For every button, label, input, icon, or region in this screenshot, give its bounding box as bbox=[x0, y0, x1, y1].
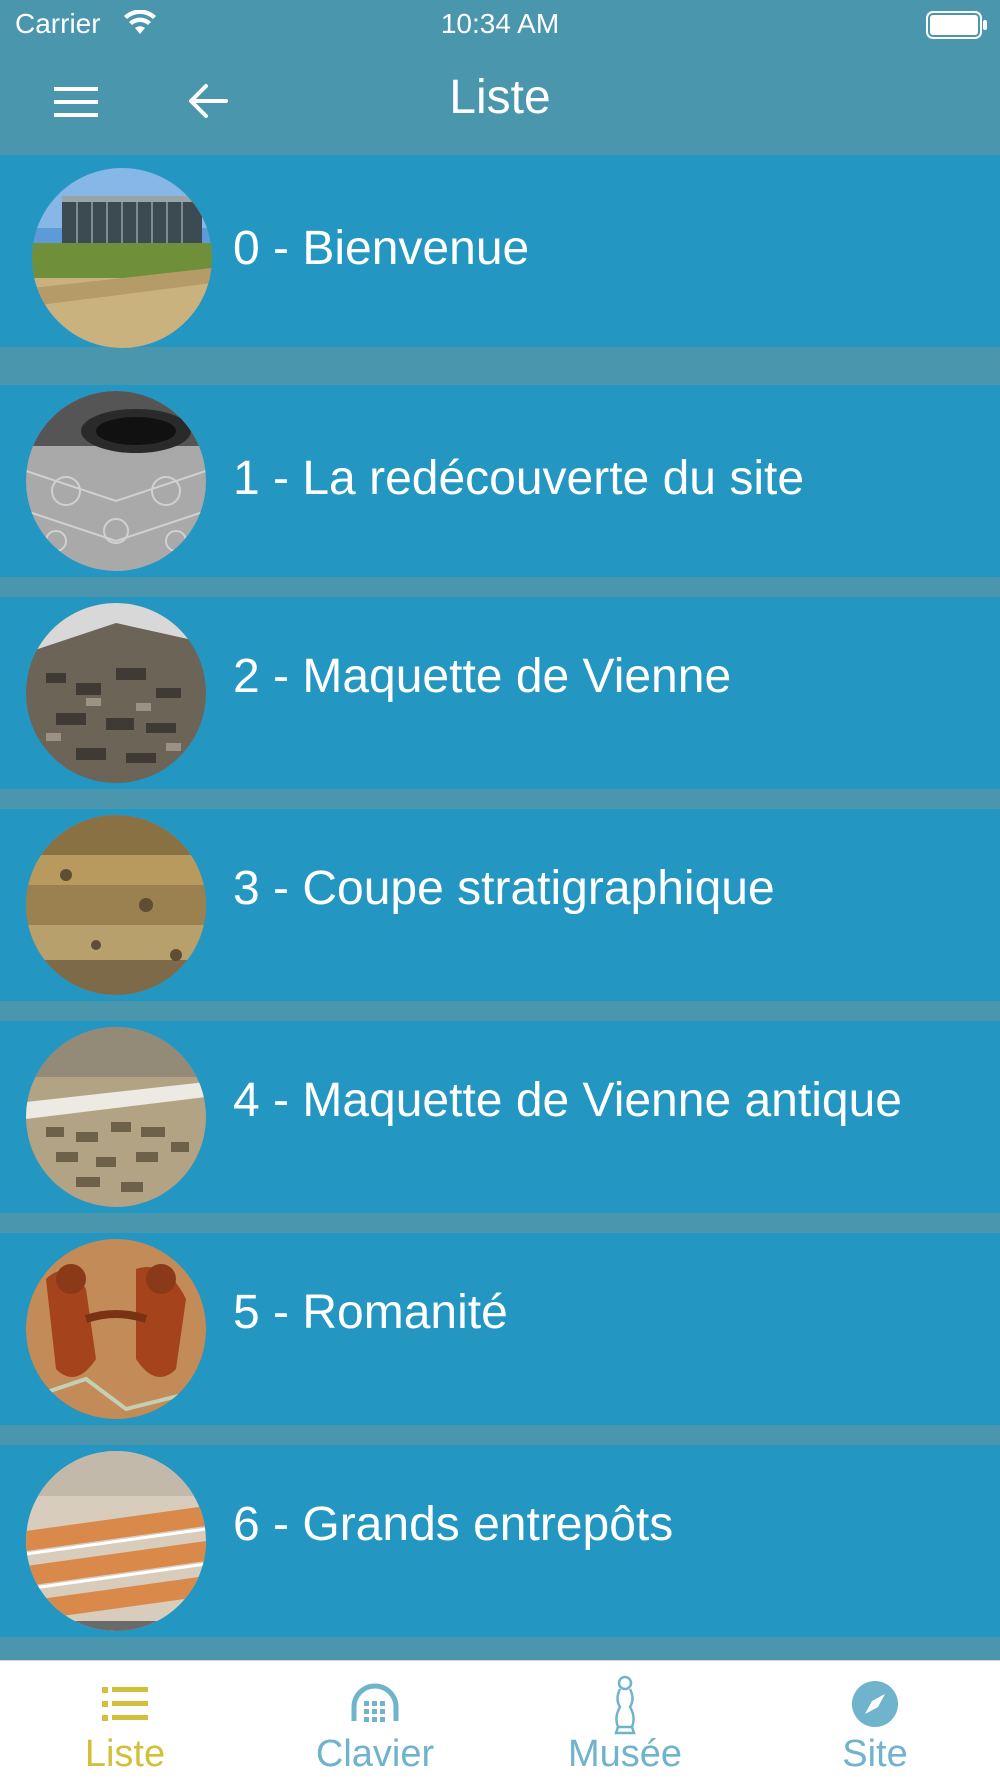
item-label: 4 - Maquette de Vienne antique bbox=[233, 1074, 902, 1127]
thumbnail-image bbox=[26, 391, 206, 571]
tab-label: Musée bbox=[567, 1733, 683, 1775]
tab-clavier[interactable]: Clavier bbox=[250, 1661, 500, 1778]
list-item-maquette-vienne[interactable]: 2 - Maquette de Vienne bbox=[0, 597, 1000, 789]
item-label: 0 - Bienvenue bbox=[233, 222, 530, 275]
tab-bar: Liste Clavier Musée Site bbox=[0, 1660, 1000, 1778]
item-label: 2 - Maquette de Vienne bbox=[233, 650, 732, 703]
tab-label: Site bbox=[842, 1733, 908, 1775]
compass-icon bbox=[852, 1681, 898, 1727]
statue-icon bbox=[614, 1675, 636, 1735]
thumbnail-image bbox=[26, 1027, 206, 1207]
thumbnail-image bbox=[26, 815, 206, 995]
tab-label: Clavier bbox=[315, 1733, 435, 1775]
clock: 10:34 AM bbox=[440, 8, 560, 39]
list-item-romanite[interactable]: 5 - Romanité bbox=[0, 1233, 1000, 1425]
tab-musee[interactable]: Musée bbox=[500, 1661, 750, 1778]
list-icon bbox=[102, 1687, 148, 1721]
list-item-bienvenue[interactable]: 0 - Bienvenue bbox=[0, 155, 1000, 348]
item-label: 5 - Romanité bbox=[233, 1286, 508, 1339]
battery-icon bbox=[926, 11, 987, 39]
top-bar: Carrier 10:34 AM Liste bbox=[0, 0, 1000, 153]
item-label: 6 - Grands entrepôts bbox=[233, 1498, 674, 1551]
item-label: 3 - Coupe stratigraphique bbox=[233, 862, 775, 915]
list-item-grands-entrepots[interactable]: 6 - Grands entrepôts bbox=[0, 1445, 1000, 1637]
stop-list: 0 - Bienvenue 1 - La redécouverte du sit… bbox=[0, 155, 1000, 1660]
thumbnail-image bbox=[26, 1239, 206, 1419]
keypad-icon bbox=[351, 1683, 399, 1722]
item-label: 1 - La redécouverte du site bbox=[233, 452, 805, 505]
thumbnail-image bbox=[26, 1451, 206, 1631]
tab-site[interactable]: Site bbox=[750, 1661, 1000, 1778]
list-item-coupe-stratigraphique[interactable]: 3 - Coupe stratigraphique bbox=[0, 809, 1000, 1001]
status-bar: Carrier 10:34 AM bbox=[0, 0, 1000, 50]
tab-liste[interactable]: Liste bbox=[0, 1661, 250, 1778]
thumbnail-image bbox=[26, 603, 206, 783]
list-item-redecouverte[interactable]: 1 - La redécouverte du site bbox=[0, 385, 1000, 577]
navigation-bar: Liste bbox=[0, 50, 1000, 153]
tab-label: Liste bbox=[84, 1733, 166, 1775]
page-title: Liste bbox=[449, 71, 551, 124]
list-item-maquette-vienne-antique[interactable]: 4 - Maquette de Vienne antique bbox=[0, 1021, 1000, 1213]
thumbnail-image bbox=[32, 168, 212, 348]
